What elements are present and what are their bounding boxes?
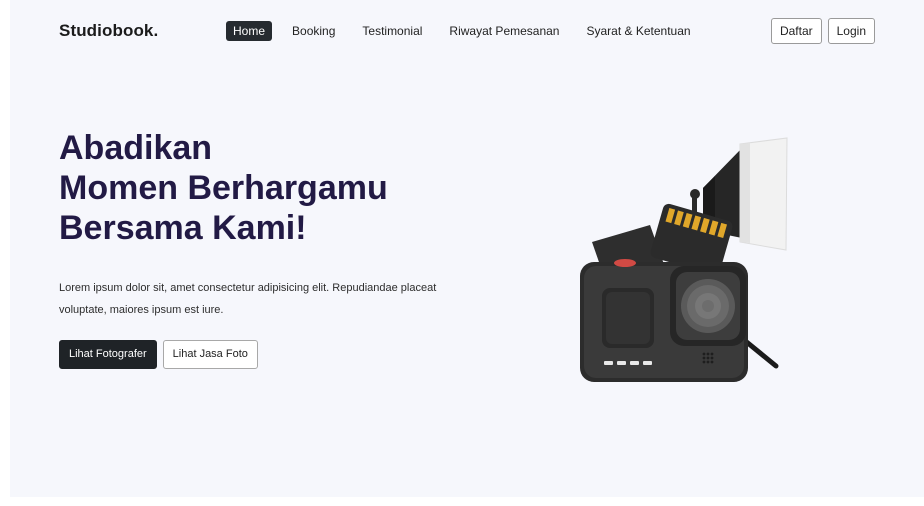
hero-buttons: Lihat Fotografer Lihat Jasa Foto xyxy=(59,340,258,369)
view-photo-services-button[interactable]: Lihat Jasa Foto xyxy=(162,340,258,369)
nav-syarat-ketentuan[interactable]: Syarat & Ketentuan xyxy=(579,21,697,41)
nav-testimonial[interactable]: Testimonial xyxy=(355,21,429,41)
page-bottom-strip xyxy=(0,497,924,506)
hero-title-line-2: Momen Berhargamu xyxy=(59,169,388,207)
hero-title: Abadikan Momen Berhargamu Bersama Kami! xyxy=(59,128,479,248)
camera-icon xyxy=(580,137,788,382)
brand-logo[interactable]: Studiobook. xyxy=(59,21,158,41)
nav-booking[interactable]: Booking xyxy=(285,21,342,41)
hero-title-line-3: Bersama Kami! xyxy=(59,209,307,247)
main-nav: Home Booking Testimonial Riwayat Pemesan… xyxy=(226,21,711,41)
login-button[interactable]: Login xyxy=(827,18,875,44)
auth-buttons: Daftar Login xyxy=(770,18,875,44)
hero-title-line-1: Abadikan xyxy=(59,129,213,167)
nav-riwayat-pemesanan[interactable]: Riwayat Pemesanan xyxy=(442,21,566,41)
action-camera-illustration xyxy=(570,130,795,390)
nav-home[interactable]: Home xyxy=(226,21,273,41)
hero-description: Lorem ipsum dolor sit, amet consectetur … xyxy=(59,282,437,316)
register-button[interactable]: Daftar xyxy=(770,18,822,44)
view-photographers-button[interactable]: Lihat Fotografer xyxy=(59,340,157,369)
